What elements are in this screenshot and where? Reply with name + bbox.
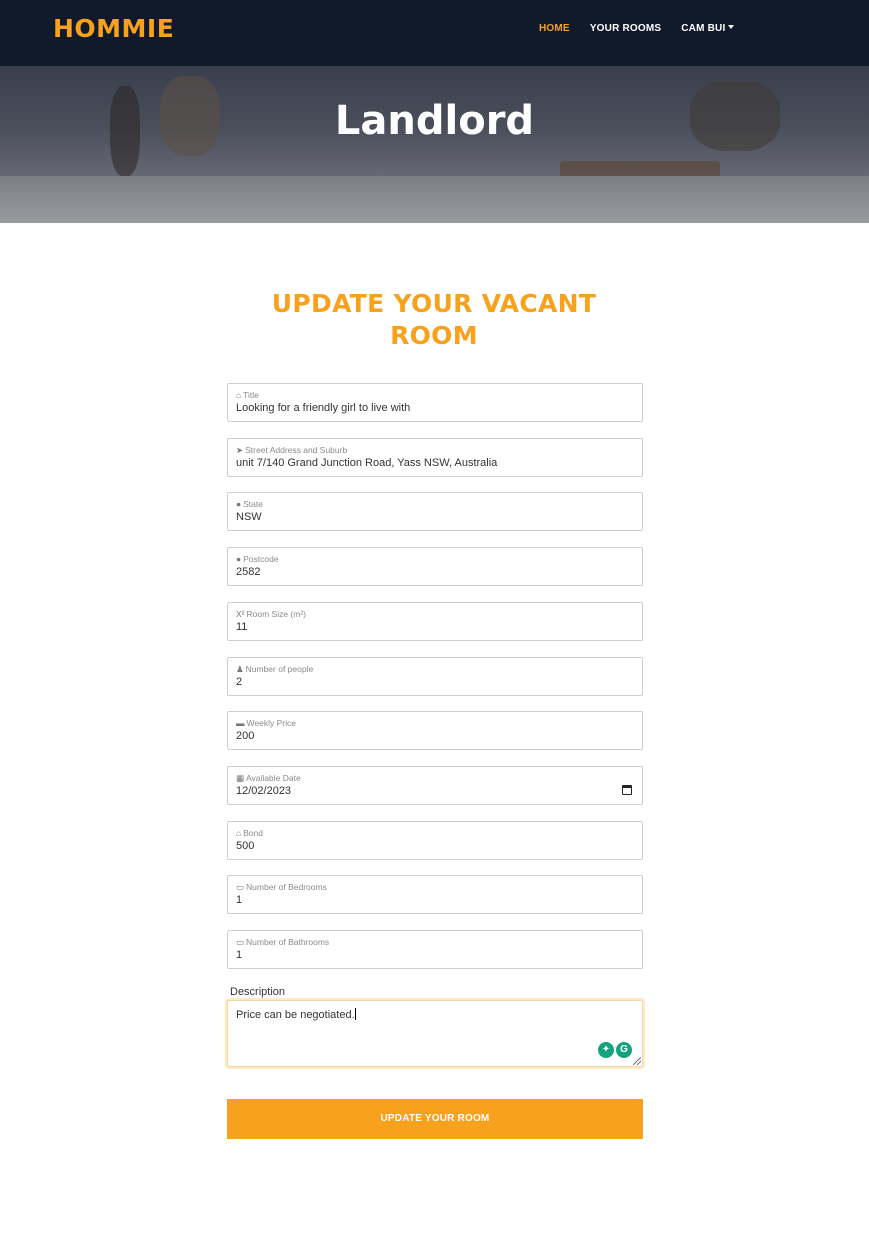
field-room-size-m[interactable]: X² Room Size (m²) 11 bbox=[227, 602, 643, 641]
field-label: ♟ Number of people bbox=[236, 664, 313, 675]
field-value[interactable]: 200 bbox=[236, 730, 254, 742]
field-value[interactable]: 1 bbox=[236, 894, 242, 906]
description-textarea[interactable]: Price can be negotiated. ✦ G bbox=[227, 1000, 643, 1067]
field-bond[interactable]: ⌂ Bond 500 bbox=[227, 821, 643, 860]
field-label-text: Room Size (m²) bbox=[246, 609, 307, 619]
home-icon: ⌂ bbox=[236, 390, 242, 400]
field-label-text: State bbox=[243, 499, 263, 509]
field-label: ▦ Available Date bbox=[236, 773, 301, 784]
field-label-text: Bond bbox=[243, 828, 263, 838]
nav-links: HOME YOUR ROOMS CAM BUI bbox=[539, 23, 735, 34]
resize-handle[interactable] bbox=[633, 1057, 641, 1065]
field-label-text: Number of Bedrooms bbox=[246, 882, 327, 892]
field-label: ➤ Street Address and Suburb bbox=[236, 445, 347, 456]
grammarly-widget[interactable]: ✦ G bbox=[598, 1042, 632, 1058]
field-label: ▭ Number of Bedrooms bbox=[236, 882, 327, 893]
field-label-text: Street Address and Suburb bbox=[245, 445, 348, 455]
hero-banner: Landlord bbox=[0, 66, 869, 223]
credit-card-icon: ▬ bbox=[236, 718, 245, 728]
page-title: Landlord bbox=[334, 98, 535, 144]
field-number-of-bathrooms[interactable]: ▭ Number of Bathrooms 1 bbox=[227, 930, 643, 969]
location-arrow-icon: ➤ bbox=[236, 445, 244, 455]
field-number-of-people[interactable]: ♟ Number of people 2 bbox=[227, 657, 643, 696]
field-value[interactable]: 2 bbox=[236, 676, 242, 688]
field-street-address-and-suburb[interactable]: ➤ Street Address and Suburb unit 7/140 Gra… bbox=[227, 438, 643, 477]
field-label-text: Number of Bathrooms bbox=[246, 937, 330, 947]
calendar-icon: ▦ bbox=[236, 773, 245, 783]
nav-your-rooms-link[interactable]: YOUR ROOMS bbox=[590, 23, 661, 34]
field-number-of-bedrooms[interactable]: ▭ Number of Bedrooms 1 bbox=[227, 875, 643, 914]
navbar: HOMMIE HOME YOUR ROOMS CAM BUI bbox=[0, 0, 869, 66]
field-value[interactable]: 2582 bbox=[236, 566, 260, 578]
date-picker-icon[interactable] bbox=[622, 785, 632, 795]
field-label: ▭ Number of Bathrooms bbox=[236, 937, 329, 948]
person-icon: ♟ bbox=[236, 664, 244, 674]
bed-icon: ▭ bbox=[236, 882, 245, 892]
field-value[interactable]: Looking for a friendly girl to live with bbox=[236, 402, 410, 414]
field-value[interactable]: 1 bbox=[236, 949, 242, 961]
grammarly-bulb-icon[interactable]: ✦ bbox=[598, 1042, 614, 1058]
nav-home-link[interactable]: HOME bbox=[539, 23, 570, 34]
update-room-button[interactable]: UPDATE YOUR ROOM bbox=[227, 1099, 643, 1139]
field-label-text: Weekly Price bbox=[246, 718, 296, 728]
field-label: X² Room Size (m²) bbox=[236, 609, 306, 619]
brand-logo[interactable]: HOMMIE bbox=[53, 14, 174, 43]
hero-counter bbox=[0, 176, 869, 223]
field-value[interactable]: 12/02/2023 bbox=[236, 785, 291, 797]
field-label: ⌂ Bond bbox=[236, 828, 263, 838]
field-value[interactable]: 500 bbox=[236, 840, 254, 852]
field-label-text: Postcode bbox=[243, 554, 279, 564]
bath-icon: ▭ bbox=[236, 937, 245, 947]
field-label-text: Available Date bbox=[246, 773, 301, 783]
map-pin-icon: ● bbox=[236, 554, 242, 564]
field-available-date[interactable]: ▦ Available Date 12/02/2023 bbox=[227, 766, 643, 805]
field-value[interactable]: NSW bbox=[236, 511, 262, 523]
field-state[interactable]: ● State NSW bbox=[227, 492, 643, 531]
field-value[interactable]: unit 7/140 Grand Junction Road, Yass NSW… bbox=[236, 457, 497, 469]
description-label: Description bbox=[230, 986, 286, 998]
superscript-icon: X² bbox=[236, 609, 245, 619]
map-marker-icon: ● bbox=[236, 499, 242, 509]
field-title[interactable]: ⌂ Title Looking for a friendly girl to liv… bbox=[227, 383, 643, 422]
field-label: ● Postcode bbox=[236, 554, 279, 564]
grammarly-g-icon[interactable]: G bbox=[616, 1042, 632, 1058]
field-label-text: Number of people bbox=[245, 664, 314, 674]
field-label-text: Title bbox=[243, 390, 259, 400]
description-value: Price can be negotiated. bbox=[236, 1009, 355, 1021]
field-label: ⌂ Title bbox=[236, 390, 259, 400]
field-value[interactable]: 11 bbox=[236, 621, 247, 633]
field-postcode[interactable]: ● Postcode 2582 bbox=[227, 547, 643, 586]
bank-icon: ⌂ bbox=[236, 828, 242, 838]
field-weekly-price[interactable]: ▬ Weekly Price 200 bbox=[227, 711, 643, 750]
form-heading: UPDATE YOUR VACANT ROOM bbox=[271, 289, 597, 350]
user-name: CAM BUI bbox=[681, 23, 726, 34]
nav-user-dropdown[interactable]: CAM BUI bbox=[681, 23, 735, 34]
field-label: ▬ Weekly Price bbox=[236, 718, 296, 728]
field-label: ● State bbox=[236, 499, 263, 509]
caret-down-icon bbox=[728, 25, 735, 29]
